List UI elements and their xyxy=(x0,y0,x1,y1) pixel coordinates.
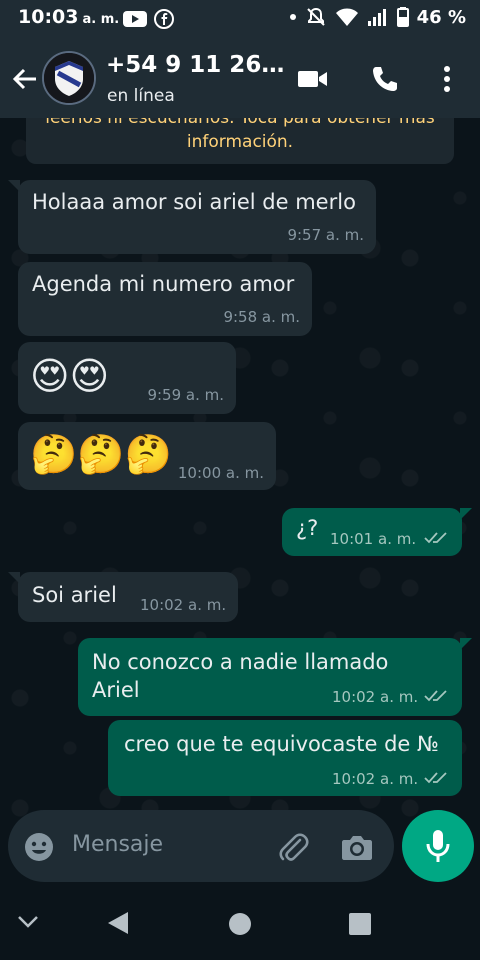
banner-line-1: leerlos ni escucharlos. Toca para obtene… xyxy=(45,118,435,128)
message-time: 10:01 a. m. xyxy=(330,530,417,548)
emoji-icon[interactable] xyxy=(24,832,54,862)
mute-icon xyxy=(306,7,325,26)
message-text: Holaaa amor soi ariel de merlo xyxy=(32,190,356,214)
message-emoji: 🤔🤔🤔 xyxy=(30,432,172,476)
video-call-icon[interactable] xyxy=(296,64,330,94)
message-outgoing[interactable]: creo que te equivocaste de № 10:02 a. m. xyxy=(108,720,462,796)
message-time: 10:02 a. m. xyxy=(332,770,419,788)
nav-recents-icon[interactable] xyxy=(348,912,372,936)
message-incoming[interactable]: 🤔🤔🤔 10:00 a. m. xyxy=(18,422,276,490)
message-text: Soi ariel xyxy=(32,583,117,607)
message-outgoing[interactable]: ¿? 10:01 a. m. xyxy=(282,508,472,556)
bubble-tail xyxy=(8,572,20,584)
status-bar: 10:03 a. m. 46 % xyxy=(0,0,480,38)
mic-icon xyxy=(426,830,450,862)
nav-back-icon[interactable] xyxy=(106,910,130,936)
message-incoming[interactable]: 😍😍 9:59 a. m. xyxy=(18,342,236,414)
message-text: creo que te equivocaste de № xyxy=(124,732,439,756)
wifi-icon xyxy=(335,8,358,26)
message-emoji: 😍😍 xyxy=(30,354,110,398)
message-time: 9:59 a. m. xyxy=(147,386,224,404)
message-time: 9:57 a. m. xyxy=(287,226,364,244)
chat-header: +54 9 11 26… en línea xyxy=(0,38,480,118)
status-right: 46 % xyxy=(289,6,466,28)
menu-dots-icon[interactable] xyxy=(430,64,464,94)
avatar-shield-icon xyxy=(44,53,94,103)
message-text: Agenda mi numero amor xyxy=(32,272,295,296)
read-ticks-icon xyxy=(424,690,447,702)
nav-home-icon[interactable] xyxy=(228,912,252,936)
attach-icon[interactable] xyxy=(276,830,310,864)
chevron-down-icon[interactable] xyxy=(16,914,40,930)
message-outgoing[interactable]: No conozco a nadie llamado Ariel 10:02 a… xyxy=(78,638,472,716)
mic-button[interactable] xyxy=(402,810,474,882)
message-time: 10:00 a. m. xyxy=(177,464,264,482)
facebook-icon xyxy=(154,9,174,29)
back-arrow-icon[interactable] xyxy=(10,64,40,94)
status-time: 10:03 a. m. xyxy=(18,6,120,28)
bubble-tail xyxy=(8,180,20,192)
message-incoming[interactable]: Agenda mi numero amor 9:58 a. m. xyxy=(18,262,312,336)
bubble-tail xyxy=(460,508,472,520)
message-time: 9:58 a. m. xyxy=(223,308,300,326)
read-ticks-icon xyxy=(424,772,447,784)
voice-call-icon[interactable] xyxy=(368,64,402,94)
message-text: ¿? xyxy=(296,516,319,540)
read-ticks-icon xyxy=(424,532,447,544)
message-time: 10:02 a. m. xyxy=(140,596,227,614)
notification-icons xyxy=(122,9,174,29)
message-time: 10:02 a. m. xyxy=(332,688,419,706)
message-composer: Mensaje xyxy=(8,810,394,882)
message-incoming[interactable]: Soi ariel 10:02 a. m. xyxy=(8,572,238,622)
dot-icon xyxy=(289,14,296,20)
bubble-tail xyxy=(460,638,472,650)
youtube-icon xyxy=(123,11,147,27)
message-text-line-1: No conozco a nadie llamado xyxy=(92,650,389,674)
message-incoming[interactable]: Holaaa amor soi ariel de merlo 9:57 a. m… xyxy=(8,180,376,254)
system-nav-bar xyxy=(0,888,480,960)
contact-name[interactable]: +54 9 11 26… xyxy=(106,52,284,78)
signal-icon xyxy=(367,9,386,26)
contact-status: en línea xyxy=(107,86,175,106)
battery-icon xyxy=(396,7,409,27)
avatar[interactable] xyxy=(42,51,96,105)
camera-icon[interactable] xyxy=(340,832,374,862)
banner-line-2: información. xyxy=(186,132,294,152)
chat-area[interactable]: leerlos ni escucharlos. Toca para obtene… xyxy=(0,118,480,890)
status-ampm: a. m. xyxy=(82,12,120,27)
message-text-line-2: Ariel xyxy=(92,678,140,702)
message-input[interactable]: Mensaje xyxy=(72,832,163,857)
encryption-banner[interactable]: leerlos ni escucharlos. Toca para obtene… xyxy=(26,118,454,164)
battery-percent: 46 % xyxy=(416,6,466,28)
